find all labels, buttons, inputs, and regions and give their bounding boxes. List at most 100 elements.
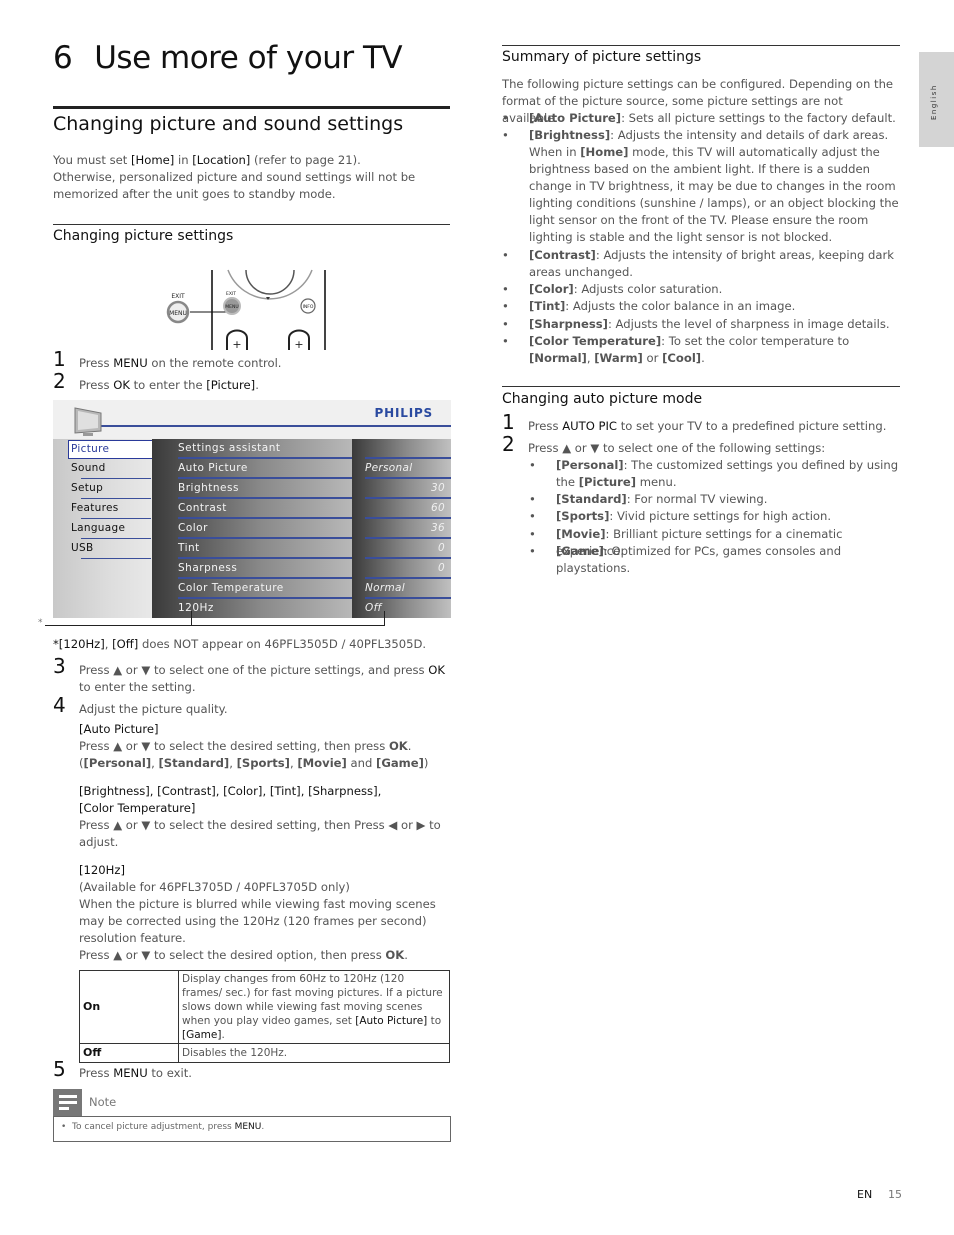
text: . xyxy=(404,948,408,962)
text: Press xyxy=(528,419,563,433)
text: Press xyxy=(79,356,114,370)
text: Press xyxy=(79,378,114,392)
text: : Adjusts the level of sharpness in imag… xyxy=(607,317,890,331)
menu-divider xyxy=(81,518,151,519)
tv-menu-setting-value: Personal xyxy=(365,462,413,474)
hz120-availability: (Available for 46PFL3705D / 40PFL3705D o… xyxy=(79,880,350,894)
note-label: Note xyxy=(89,1095,117,1109)
adjust-heading: [Color Temperature] xyxy=(79,801,196,815)
auto-pic-title: Changing auto picture mode xyxy=(502,391,703,407)
key-home: [Home] xyxy=(580,145,629,159)
auto-picture-instructions: Press ▲ or ▼ to select the desired setti… xyxy=(79,738,451,755)
step-1: 1 Press MENU on the remote control. xyxy=(53,349,451,375)
key-cool: [Cool] xyxy=(662,351,702,365)
step-number: 4 xyxy=(53,693,66,717)
option-description: Display changes from 60Hz to 120Hz (120 … xyxy=(178,970,450,1044)
menu-divider xyxy=(81,558,151,559)
bullet: • xyxy=(61,1122,67,1132)
step-text: Press ▲ or ▼ to select one of the follow… xyxy=(528,441,826,455)
intro-text: (refer to page 21). xyxy=(250,153,361,167)
auto-picture-heading: [Auto Picture] xyxy=(79,722,159,736)
bullet: • xyxy=(529,458,536,472)
step-text: Press AUTO PIC to set your TV to a prede… xyxy=(528,418,900,435)
key: [Color] xyxy=(529,282,574,296)
key: [Sharpness] xyxy=(529,317,608,331)
option-description: Disables the 120Hz. xyxy=(178,1043,450,1063)
option: [Sports] xyxy=(236,756,290,770)
text: : Vivid picture settings for high action… xyxy=(609,509,832,523)
option-name: Off xyxy=(79,1043,179,1063)
svg-text:MENU: MENU xyxy=(225,304,238,310)
key-auto-pic: AUTO PIC xyxy=(562,419,618,433)
item-text: [Standard]: For normal TV viewing. xyxy=(556,491,899,508)
bullet: • xyxy=(529,527,536,541)
text: . xyxy=(255,378,259,392)
table-row: On Display changes from 60Hz to 120Hz (1… xyxy=(79,970,450,1044)
text: to exit. xyxy=(147,1066,192,1080)
step-number: 2 xyxy=(502,432,515,456)
tv-menu-left-item: USB xyxy=(71,542,94,554)
hz120-description: When the picture is blurred while viewin… xyxy=(79,897,436,945)
intro-paragraph: You must set [Home] in [Location] (refer… xyxy=(53,152,451,203)
text: ) xyxy=(423,756,429,770)
text: to enter the setting. xyxy=(79,680,196,694)
text: mode, this TV will automatically adjust … xyxy=(529,145,899,244)
tv-menu-setting-item: Tint xyxy=(178,542,200,554)
footer-lang: EN xyxy=(857,1188,873,1201)
text: : Adjusts the intensity and details of d… xyxy=(610,128,889,142)
section-title: Changing picture and sound settings xyxy=(53,113,404,135)
note-icon xyxy=(53,1089,82,1116)
step-text: Adjust the picture quality. xyxy=(79,702,228,716)
tv-menu-setting-value: 0 xyxy=(438,562,445,574)
key-menu: MENU xyxy=(113,356,148,370)
adjust-block: [Brightness], [Contrast], [Color], [Tint… xyxy=(79,783,451,851)
auto-pic-rule xyxy=(502,386,900,387)
item-text: [Brightness]: Adjusts the intensity and … xyxy=(529,127,899,246)
key-auto-picture: [Auto Picture] xyxy=(355,1015,428,1027)
text: does NOT appear on 46PFL3505D / 40PFL350… xyxy=(138,637,427,651)
key-game: [Game] xyxy=(182,1029,222,1041)
text: and xyxy=(346,756,377,770)
tv-menu-setting-value xyxy=(365,439,445,457)
item-text: [Game]: Optimized for PCs, games console… xyxy=(556,543,899,577)
subsection-rule xyxy=(53,224,450,225)
tv-menu-right-pane: Personal 30 60 36 0 0 Normal Off xyxy=(352,439,451,618)
tv-menu-left-pane: Picture Sound Setup Features Language USB xyxy=(53,439,154,618)
key: [Color Temperature] xyxy=(529,334,662,348)
menu-divider xyxy=(81,538,151,539)
key: [Movie] xyxy=(556,527,606,541)
auto-pic-step-1: 1 Press AUTO PIC to set your TV to a pre… xyxy=(502,412,900,438)
tv-menu-setting-item: Contrast xyxy=(178,502,227,514)
adjust-instructions: Press ▲ or ▼ to select the desired setti… xyxy=(79,818,441,849)
bullet: • xyxy=(502,111,509,125)
key-ok: OK xyxy=(113,378,130,392)
bullet: • xyxy=(502,128,509,142)
key-menu: MENU xyxy=(234,1122,262,1132)
tv-menu-setting-item: Settings assistant xyxy=(178,442,281,454)
hz120-block: [120Hz] (Available for 46PFL3705D / 40PF… xyxy=(79,862,451,964)
text: : Adjusts the color balance in an image. xyxy=(565,299,796,313)
step-5: 5 Press MENU to exit. xyxy=(53,1059,451,1085)
key-ok: OK xyxy=(428,663,446,677)
intro-text: Otherwise, personalized picture and soun… xyxy=(53,170,416,201)
step-4: 4 Adjust the picture quality. xyxy=(53,695,451,719)
language-label: English xyxy=(930,84,938,120)
summary-rule xyxy=(502,45,900,46)
auto-picture-block: [Auto Picture] Press ▲ or ▼ to select th… xyxy=(79,721,451,772)
tv-menu-setting-value: 60 xyxy=(431,502,445,514)
bullet: • xyxy=(502,248,509,262)
text: . xyxy=(407,739,412,753)
section-rule xyxy=(53,106,450,109)
key: [Auto Picture] xyxy=(529,111,622,125)
option-name: On xyxy=(79,970,179,1044)
item-text: [Color]: Adjusts color saturation. xyxy=(529,281,899,298)
item-text: [Contrast]: Adjusts the intensity of bri… xyxy=(529,247,899,281)
philips-logo: PHILIPS xyxy=(374,406,433,420)
item-text: [Tint]: Adjusts the color balance in an … xyxy=(529,298,899,315)
header-divider xyxy=(81,425,451,427)
item-text: [Auto Picture]: Sets all picture setting… xyxy=(529,110,899,127)
changing-picture-title: Changing picture settings xyxy=(53,228,234,244)
tv-menu-setting-item: Color xyxy=(178,522,208,534)
tv-menu-left-item: Sound xyxy=(71,462,106,474)
tv-menu-setting-value: Off xyxy=(365,602,382,614)
